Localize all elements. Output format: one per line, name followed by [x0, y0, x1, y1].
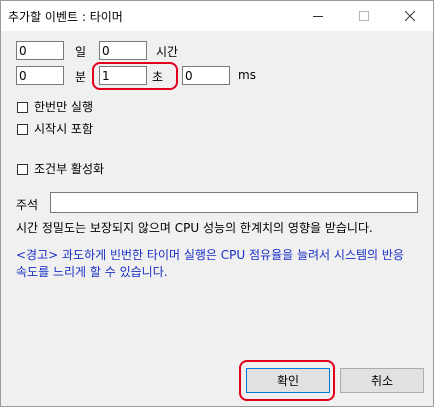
precision-note: 시간 정밀도는 보장되지 않으며 CPU 성능의 한계치의 영향을 받습니다. [16, 221, 373, 235]
minutes-input[interactable] [16, 66, 64, 85]
run-once-label[interactable]: 한번만 실행 [34, 98, 93, 115]
window-title: 추가할 이벤트 : 타이머 [8, 10, 123, 24]
conditional-activation-label[interactable]: 조건부 활성화 [34, 160, 104, 177]
seconds-label: 초 [152, 70, 164, 84]
days-input[interactable] [16, 41, 64, 60]
seconds-input[interactable] [99, 66, 147, 85]
conditional-activation-checkbox[interactable] [17, 164, 28, 175]
close-icon [405, 11, 415, 21]
include-at-start-label[interactable]: 시작시 포함 [34, 120, 93, 137]
minutes-label: 분 [75, 70, 87, 84]
maximize-button[interactable] [341, 1, 387, 31]
title-bar: 추가할 이벤트 : 타이머 [1, 1, 433, 31]
warning-note: <경고> 과도하게 빈번한 타이머 실행은 CPU 점유율을 늘려서 시스템의 … [16, 248, 404, 279]
days-label: 일 [75, 45, 87, 59]
ok-button[interactable]: 확인 [246, 368, 330, 393]
hours-input[interactable] [99, 41, 147, 60]
close-button[interactable] [387, 1, 433, 31]
hours-label: 시간 [156, 45, 179, 59]
maximize-icon [359, 11, 369, 21]
timer-dialog: 추가할 이벤트 : 타이머 일 시간 분 초 ms 한번만 실행 시작시 포함 … [0, 0, 434, 407]
comment-label: 주석 [16, 198, 39, 212]
include-at-start-checkbox[interactable] [17, 124, 28, 135]
comment-input[interactable] [50, 192, 418, 213]
minimize-icon [313, 16, 323, 17]
minimize-button[interactable] [295, 1, 341, 31]
milliseconds-input[interactable] [182, 66, 230, 85]
dialog-body: 일 시간 분 초 ms 한번만 실행 시작시 포함 조건부 활성화 주석 시간 … [1, 31, 433, 406]
run-once-checkbox[interactable] [17, 102, 28, 113]
cancel-button[interactable]: 취소 [340, 368, 424, 393]
milliseconds-label: ms [238, 68, 256, 82]
